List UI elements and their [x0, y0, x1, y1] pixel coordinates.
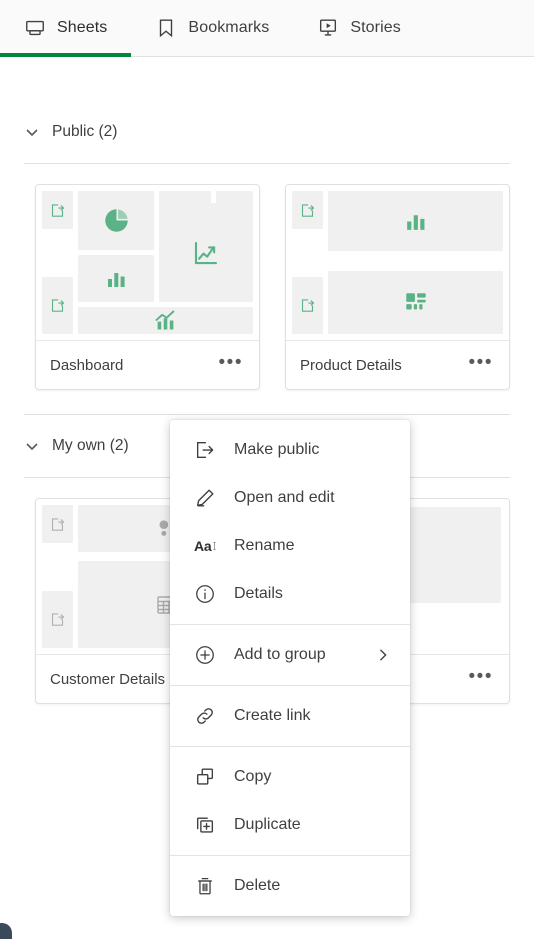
menu-divider [170, 746, 410, 747]
sheets-panel: Sheets Bookmarks Stories Public (2) Dash… [0, 0, 534, 939]
menu-item-make-public[interactable]: Make public [170, 426, 410, 474]
card-title: Dashboard [50, 356, 124, 374]
duplicate-icon [194, 814, 216, 836]
tab-label: Bookmarks [188, 19, 270, 36]
menu-item-label: Create link [234, 707, 311, 724]
thumbnail-filter-rail [42, 505, 73, 648]
info-circle-icon [194, 583, 216, 605]
card-grid-public: #1 [24, 164, 510, 414]
thumbnail-filter-rail [42, 191, 73, 334]
tab-bookmarks[interactable]: Bookmarks [131, 0, 293, 57]
line-chart-object [159, 203, 253, 302]
filter-pane-object [42, 191, 73, 230]
aa-glyph: Aa [194, 538, 212, 554]
menu-item-open-and-edit[interactable]: Open and edit [170, 474, 410, 522]
card-menu-button[interactable]: ••• [217, 351, 245, 380]
sheet-context-menu: Make public Open and edit Aa Rename Deta… [170, 420, 410, 916]
menu-item-add-to-group[interactable]: Add to group [170, 631, 410, 679]
menu-item-duplicate[interactable]: Duplicate [170, 801, 410, 849]
chevron-down-icon [24, 438, 40, 454]
section-title: My own (2) [52, 437, 129, 454]
card-footer: Dashboard ••• [36, 340, 259, 389]
menu-item-copy[interactable]: Copy [170, 753, 410, 801]
menu-divider [170, 855, 410, 856]
card-menu-button[interactable]: ••• [467, 665, 495, 694]
menu-item-label: Rename [234, 537, 295, 554]
combo-chart-object [78, 307, 253, 334]
card-footer: Product Details ••• [286, 340, 509, 389]
menu-divider [170, 685, 410, 686]
menu-item-label: Duplicate [234, 816, 301, 833]
link-icon [194, 705, 216, 727]
chevron-down-icon [24, 124, 40, 140]
card-title: Product Details [300, 356, 402, 374]
menu-divider [170, 624, 410, 625]
sheet-card-dashboard[interactable]: #1 [35, 184, 260, 390]
card-menu-button[interactable]: ••• [467, 351, 495, 380]
menu-item-delete[interactable]: Delete [170, 862, 410, 910]
thumbnail-filter-rail [292, 191, 323, 334]
filter-pane-object [42, 277, 73, 334]
sheet-card-product-details[interactable]: Product Details ••• [285, 184, 510, 390]
menu-item-create-link[interactable]: Create link [170, 692, 410, 740]
menu-item-label: Add to group [234, 646, 326, 663]
bar-chart-object [78, 255, 154, 302]
menu-item-details[interactable]: Details [170, 570, 410, 618]
filter-pane-object [292, 191, 323, 230]
menu-item-label: Make public [234, 441, 320, 458]
tab-bar: Sheets Bookmarks Stories [0, 0, 534, 57]
section-title: Public (2) [52, 123, 118, 140]
section-public: Public (2) Dashboard ••• Product Details… [24, 101, 510, 414]
filter-pane-object [42, 591, 73, 648]
menu-item-label: Open and edit [234, 489, 335, 506]
sheet-thumbnail: #1 [36, 185, 259, 340]
trash-icon [194, 875, 216, 897]
pie-chart-object [78, 191, 154, 250]
menu-item-rename[interactable]: Aa Rename [170, 522, 410, 570]
bookmark-icon [155, 17, 177, 39]
section-header-public[interactable]: Public (2) [24, 101, 510, 163]
story-icon [317, 17, 339, 39]
sheet-icon [24, 17, 46, 39]
thumbnail-object-grid: #1 [78, 191, 253, 334]
bar-chart-object [328, 191, 503, 251]
tab-stories[interactable]: Stories [293, 0, 425, 57]
filter-pane-object [42, 505, 73, 544]
card-title: Customer Details [50, 670, 166, 688]
menu-item-label: Delete [234, 877, 281, 894]
corner-panel-stub [0, 923, 12, 939]
chevron-right-icon [376, 648, 390, 662]
tab-label: Sheets [57, 19, 108, 36]
copy-icon [194, 766, 216, 788]
tab-label: Stories [350, 19, 401, 36]
treemap-object [328, 271, 503, 334]
sheet-thumbnail [286, 185, 509, 340]
pencil-icon [194, 487, 216, 509]
tab-sheets[interactable]: Sheets [0, 0, 132, 57]
menu-item-label: Copy [234, 768, 272, 785]
menu-item-label: Details [234, 585, 283, 602]
rename-aa-icon: Aa [194, 535, 216, 557]
filter-pane-object [292, 277, 323, 334]
plus-circle-icon [194, 644, 216, 666]
make-public-icon [194, 439, 216, 461]
thumbnail-object-grid [328, 191, 503, 334]
